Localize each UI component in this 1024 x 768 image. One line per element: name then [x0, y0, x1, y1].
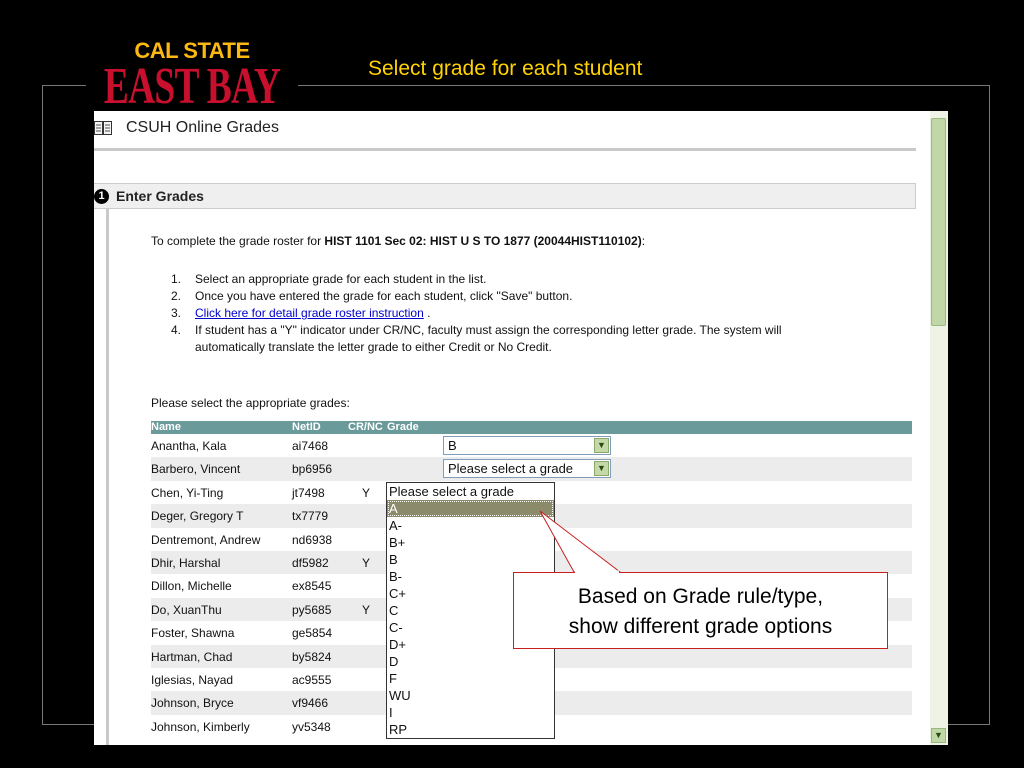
grade-option[interactable]: B+: [387, 534, 554, 551]
instruction-text: Once you have entered the grade for each…: [195, 289, 573, 303]
crnc-indicator: Y: [362, 602, 371, 617]
instruction-list: 1. Select an appropriate grade for each s…: [151, 271, 831, 356]
app-title-bar: CSUH Online Grades: [94, 111, 930, 145]
student-name: Dillon, Michelle: [151, 579, 232, 594]
slide-title: Select grade for each student: [368, 57, 643, 80]
intro-text: To complete the grade roster for HIST 11…: [151, 234, 645, 248]
grade-option[interactable]: WU: [387, 687, 554, 704]
instruction-number: 4.: [171, 323, 182, 337]
section-title: Enter Grades: [116, 188, 204, 204]
chevron-down-icon[interactable]: ▼: [594, 461, 609, 477]
instruction-item: 3. Click here for detail grade roster ins…: [151, 305, 831, 322]
grade-option[interactable]: RP: [387, 721, 554, 738]
instruction-number: 2.: [171, 289, 182, 303]
student-netid: bp6956: [292, 462, 333, 477]
column-header-name[interactable]: Name: [151, 421, 181, 433]
intro-suffix: :: [641, 234, 646, 248]
instruction-item: 1. Select an appropriate grade for each s…: [151, 271, 831, 288]
student-name: Anantha, Kala: [151, 439, 227, 453]
book-icon: [94, 121, 112, 135]
student-name: Johnson, Bryce: [151, 696, 234, 711]
title-divider: [94, 148, 916, 151]
column-header-grade[interactable]: Grade: [387, 421, 419, 433]
callout-line-2: show different grade options: [568, 615, 833, 638]
student-name: Johnson, Kimberly: [151, 719, 250, 734]
table-row: Anantha, Kala ai7468 B ▼: [151, 434, 912, 457]
grade-select-value: Please select a grade: [448, 461, 574, 477]
callout-line-1: Based on Grade rule/type,: [577, 585, 824, 608]
student-netid: py5685: [292, 602, 332, 617]
student-netid: df5982: [292, 555, 329, 570]
student-netid: ex8545: [292, 579, 332, 594]
app-screenshot: CSUH Online Grades 1 Enter Grades To com…: [94, 111, 948, 745]
column-header-netid[interactable]: NetID: [292, 421, 321, 433]
course-name: HIST 1101 Sec 02: HIST U S TO 1877 (2004…: [324, 234, 642, 248]
student-netid: yv5348: [292, 719, 331, 734]
intro-lead: To complete the grade roster for: [151, 234, 325, 248]
student-name: Iglesias, Nayad: [151, 672, 234, 687]
grade-option[interactable]: B: [387, 551, 554, 568]
instruction-text: If student has a "Y" indicator under CR/…: [195, 323, 782, 354]
student-name: Deger, Gregory T: [151, 509, 244, 524]
crnc-indicator: Y: [362, 555, 371, 570]
instruction-number: 3.: [171, 306, 182, 320]
grade-option[interactable]: A-: [387, 517, 554, 534]
crnc-indicator: Y: [362, 485, 371, 500]
vertical-scrollbar[interactable]: ▼: [930, 111, 948, 745]
grade-option[interactable]: A: [387, 500, 554, 517]
student-netid: by5824: [292, 649, 332, 664]
instruction-item: 4. If student has a "Y" indicator under C…: [151, 322, 831, 356]
scroll-down-button[interactable]: ▼: [931, 728, 946, 743]
instruction-number: 1.: [171, 272, 182, 286]
grades-prompt: Please select the appropriate grades:: [151, 396, 350, 410]
student-netid: ge5854: [292, 626, 333, 641]
cal-state-east-bay-logo: CAL STATE EAST BAY: [86, 40, 298, 115]
table-row: Barbero, Vincent bp6956 Please select a gr…: [151, 457, 912, 481]
student-name: Foster, Shawna: [151, 626, 235, 641]
student-name: Dhir, Harshal: [151, 555, 221, 570]
instruction-link[interactable]: Click here for detail grade roster instr…: [195, 306, 424, 320]
instruction-text: .: [423, 306, 431, 320]
student-name: Dentremont, Andrew: [151, 532, 261, 547]
student-name: Hartman, Chad: [151, 649, 233, 664]
scrollbar-thumb[interactable]: [931, 118, 946, 326]
student-name: Chen, Yi-Ting: [151, 485, 224, 500]
student-netid: vf9466: [292, 696, 329, 711]
grade-select-value: B: [448, 438, 457, 453]
student-netid: nd6938: [292, 532, 333, 547]
instruction-text: Select an appropriate grade for each stu…: [195, 272, 487, 286]
grade-option[interactable]: I: [387, 704, 554, 721]
student-netid: jt7498: [292, 485, 325, 500]
callout-box: Based on Grade rule/type, show different…: [513, 572, 888, 649]
student-netid: ai7468: [292, 439, 329, 453]
column-header-crnc[interactable]: CR/NC: [348, 421, 383, 433]
app-title: CSUH Online Grades: [126, 119, 279, 136]
grade-option[interactable]: F: [387, 670, 554, 687]
grade-select[interactable]: B ▼: [443, 436, 611, 455]
chevron-down-icon[interactable]: ▼: [594, 438, 609, 453]
section-header-enter-grades: 1 Enter Grades: [94, 183, 916, 209]
student-netid: tx7779: [292, 509, 329, 524]
logo-line-2: EAST BAY: [103, 58, 281, 115]
table-header: Name NetID CR/NC Grade: [151, 421, 912, 434]
student-name: Barbero, Vincent: [151, 462, 241, 477]
grade-option[interactable]: Please select a grade: [387, 483, 554, 500]
section-rule: [106, 209, 109, 745]
grade-select[interactable]: Please select a grade ▼: [443, 459, 611, 479]
instruction-item: 2. Once you have entered the grade for ea…: [151, 288, 831, 305]
grade-option[interactable]: D: [387, 653, 554, 670]
student-name: Do, XuanThu: [151, 602, 222, 617]
step-number-badge: 1: [94, 188, 109, 204]
student-netid: ac9555: [292, 672, 332, 687]
